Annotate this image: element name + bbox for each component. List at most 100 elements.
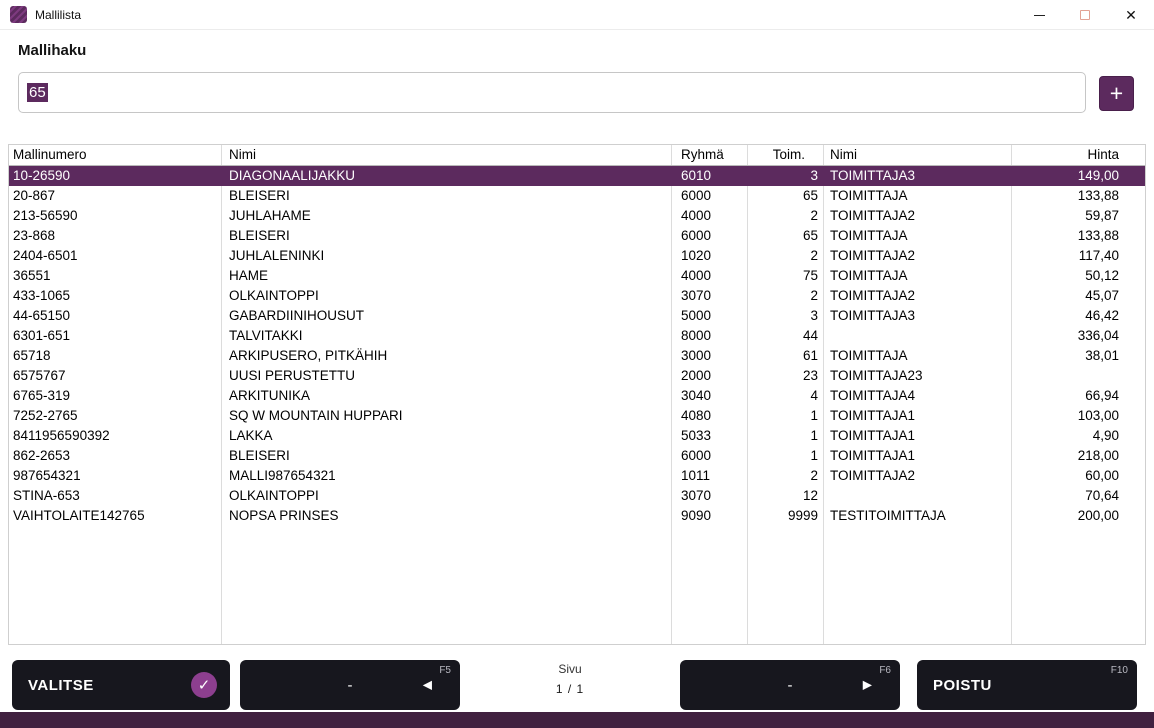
table-row[interactable]: 6765-319ARKITUNIKA30404TOIMITTAJA466,94	[9, 386, 1145, 406]
f6-key-label: F6	[879, 665, 891, 676]
table-cell: 65	[747, 186, 823, 206]
column-header-toimittaja-nimi[interactable]: Nimi	[823, 145, 1011, 165]
table-cell: 987654321	[9, 466, 221, 486]
table-row[interactable]: 36551HAME400075TOIMITTAJA50,12	[9, 266, 1145, 286]
table-row[interactable]: 7252-2765SQ W MOUNTAIN HUPPARI40801TOIMI…	[9, 406, 1145, 426]
table-cell: 4000	[671, 206, 747, 226]
table-cell: 6000	[671, 186, 747, 206]
select-button[interactable]: VALITSE ✓	[12, 660, 230, 710]
table-cell: MALLI987654321	[221, 466, 671, 486]
table-cell: ARKIPUSERO, PITKÄHIH	[221, 346, 671, 366]
table-row[interactable]: 213-56590JUHLAHAME40002TOIMITTAJA259,87	[9, 206, 1145, 226]
table-cell: 149,00	[1011, 166, 1145, 186]
table-cell: 7252-2765	[9, 406, 221, 426]
maximize-icon	[1080, 10, 1090, 20]
table-cell: 65718	[9, 346, 221, 366]
app-icon	[10, 6, 27, 23]
page-indicator: Sivu 1 / 1	[520, 662, 620, 696]
check-icon: ✓	[191, 672, 217, 698]
table-row[interactable]: 20-867BLEISERI600065TOIMITTAJA133,88	[9, 186, 1145, 206]
table-cell: 4,90	[1011, 426, 1145, 446]
table-cell: 1011	[671, 466, 747, 486]
table-cell: 133,88	[1011, 186, 1145, 206]
table-cell: 433-1065	[9, 286, 221, 306]
table-cell: ARKITUNIKA	[221, 386, 671, 406]
table-cell: 5000	[671, 306, 747, 326]
table-row[interactable]: 65718ARKIPUSERO, PITKÄHIH300061TOIMITTAJ…	[9, 346, 1145, 366]
table-cell: 2	[747, 286, 823, 306]
prev-page-button[interactable]: F5 - ◀	[240, 660, 460, 710]
table-cell: 3070	[671, 486, 747, 506]
f5-key-label: F5	[439, 665, 451, 676]
table-cell: 8411956590392	[9, 426, 221, 446]
table-cell: TESTITOIMITTAJA	[823, 506, 1011, 526]
column-header-ryhma[interactable]: Ryhmä	[671, 145, 747, 165]
table-row[interactable]: 987654321MALLI98765432110112TOIMITTAJA26…	[9, 466, 1145, 486]
table-cell: 59,87	[1011, 206, 1145, 226]
table-cell: TOIMITTAJA1	[823, 426, 1011, 446]
table-row[interactable]: 10-26590DIAGONAALIJAKKU60103TOIMITTAJA31…	[9, 166, 1145, 186]
footer-toolbar: VALITSE ✓ F5 - ◀ Sivu 1 / 1 F6 - ▶ F10 P…	[0, 656, 1154, 712]
plus-icon: +	[1110, 82, 1123, 105]
table-cell: BLEISERI	[221, 186, 671, 206]
table-cell: 23	[747, 366, 823, 386]
minimize-button[interactable]	[1016, 0, 1062, 30]
page-label: Sivu	[520, 662, 620, 676]
table-cell: 6765-319	[9, 386, 221, 406]
search-heading: Mallihaku	[18, 42, 86, 59]
column-header-mallinumero[interactable]: Mallinumero	[9, 145, 221, 165]
results-table: Mallinumero Nimi Ryhmä Toim. Nimi Hinta …	[8, 144, 1146, 645]
table-cell: TOIMITTAJA	[823, 346, 1011, 366]
table-cell: JUHLALENINKI	[221, 246, 671, 266]
close-icon: ✕	[1125, 8, 1137, 22]
exit-button[interactable]: F10 POISTU	[917, 660, 1137, 710]
table-cell: 75	[747, 266, 823, 286]
next-button-label: -	[788, 677, 793, 694]
column-header-toim[interactable]: Toim.	[747, 145, 823, 165]
table-cell: VAIHTOLAITE142765	[9, 506, 221, 526]
table-cell: TOIMITTAJA1	[823, 446, 1011, 466]
table-row[interactable]: VAIHTOLAITE142765NOPSA PRINSES90909999TE…	[9, 506, 1145, 526]
table-cell: 6000	[671, 446, 747, 466]
table-row[interactable]: STINA-653OLKAINTOPPI30701270,64	[9, 486, 1145, 506]
table-cell: 46,42	[1011, 306, 1145, 326]
column-header-nimi[interactable]: Nimi	[221, 145, 671, 165]
table-cell: SQ W MOUNTAIN HUPPARI	[221, 406, 671, 426]
table-row[interactable]: 23-868BLEISERI600065TOIMITTAJA133,88	[9, 226, 1145, 246]
table-row[interactable]: 44-65150GABARDIINIHOUSUT50003TOIMITTAJA3…	[9, 306, 1145, 326]
maximize-button[interactable]	[1062, 0, 1108, 30]
table-cell: TOIMITTAJA2	[823, 286, 1011, 306]
table-cell	[1011, 366, 1145, 386]
table-cell: OLKAINTOPPI	[221, 486, 671, 506]
table-row[interactable]: 6575767UUSI PERUSTETTU200023TOIMITTAJA23	[9, 366, 1145, 386]
table-cell: 60,00	[1011, 466, 1145, 486]
table-row[interactable]: 862-2653BLEISERI60001TOIMITTAJA1218,00	[9, 446, 1145, 466]
table-cell: 133,88	[1011, 226, 1145, 246]
table-cell: 2000	[671, 366, 747, 386]
table-cell: 12	[747, 486, 823, 506]
table-row[interactable]: 6301-651TALVITAKKI800044336,04	[9, 326, 1145, 346]
table-cell: 336,04	[1011, 326, 1145, 346]
prev-button-label: -	[348, 677, 353, 694]
table-cell: 3	[747, 306, 823, 326]
close-button[interactable]: ✕	[1108, 0, 1154, 30]
search-input[interactable]: 65	[18, 72, 1086, 113]
window-title: Mallilista	[35, 8, 81, 22]
table-cell: 9090	[671, 506, 747, 526]
table-cell: TOIMITTAJA	[823, 266, 1011, 286]
add-button[interactable]: +	[1099, 76, 1134, 111]
table-cell	[823, 486, 1011, 506]
next-page-button[interactable]: F6 - ▶	[680, 660, 900, 710]
table-cell: NOPSA PRINSES	[221, 506, 671, 526]
table-cell: TOIMITTAJA3	[823, 306, 1011, 326]
table-cell: TOIMITTAJA	[823, 186, 1011, 206]
table-row[interactable]: 2404-6501JUHLALENINKI10202TOIMITTAJA2117…	[9, 246, 1145, 266]
column-header-hinta[interactable]: Hinta	[1011, 145, 1145, 165]
table-cell: 2	[747, 466, 823, 486]
table-cell: DIAGONAALIJAKKU	[221, 166, 671, 186]
table-cell: 9999	[747, 506, 823, 526]
table-row[interactable]: 433-1065OLKAINTOPPI30702TOIMITTAJA245,07	[9, 286, 1145, 306]
search-input-value: 65	[27, 83, 48, 102]
table-row[interactable]: 8411956590392LAKKA50331TOIMITTAJA14,90	[9, 426, 1145, 446]
table-cell: 1	[747, 446, 823, 466]
